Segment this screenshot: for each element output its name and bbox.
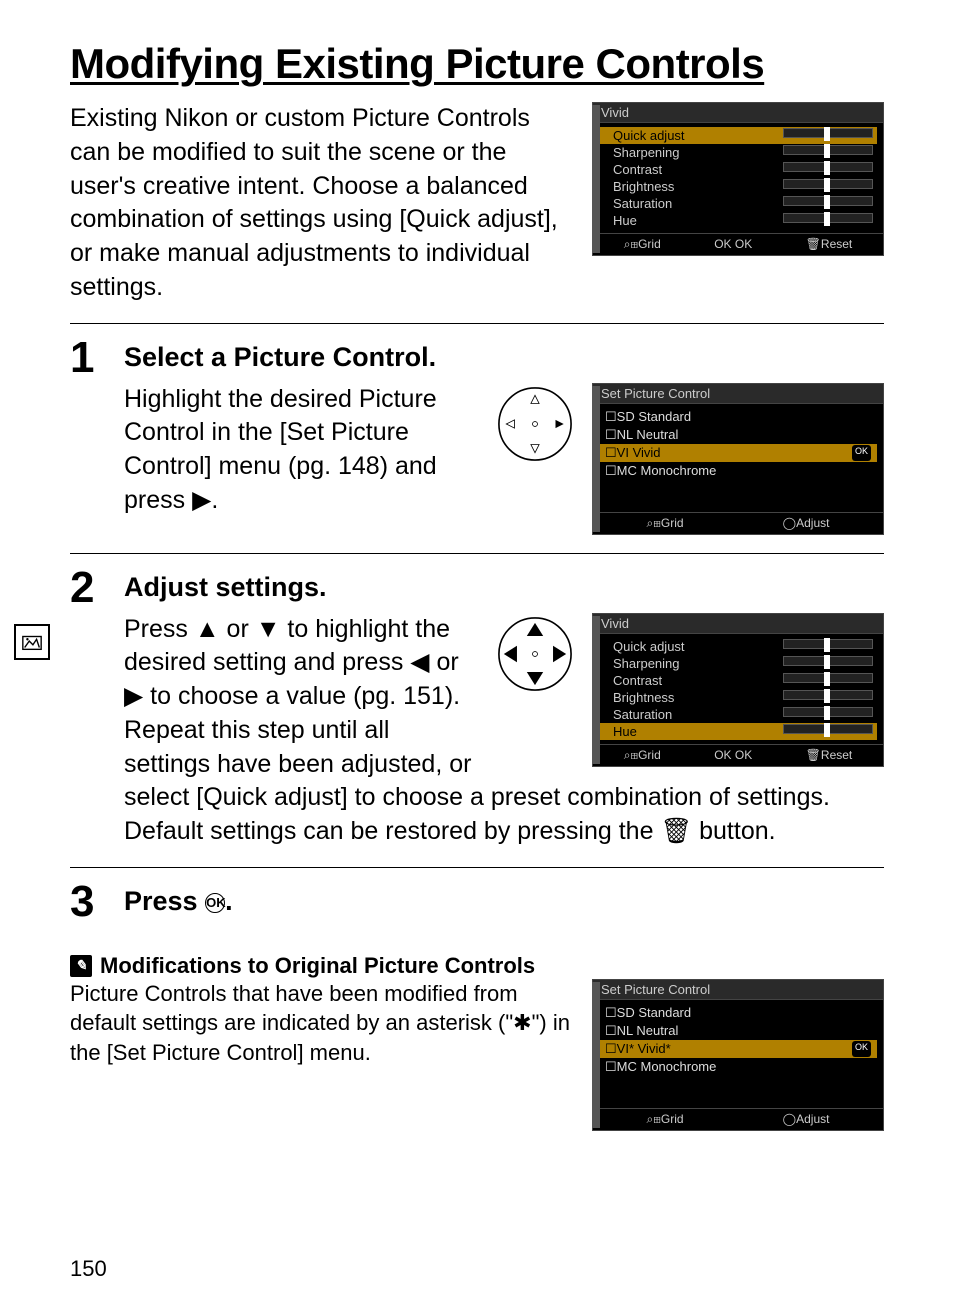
lcd-foot-adjust: ◯Adjust [783, 516, 830, 531]
step-2-body-p5: to choose a value (pg. 151). Repeat this… [124, 682, 471, 778]
note-body-prefix: Picture Controls that have been modified… [70, 981, 518, 1036]
lcd-sidebar [592, 386, 600, 532]
lcd-item-monochrome: ☐MC Monochrome [599, 462, 877, 480]
lcd-row-sharpening: Sharpening [599, 144, 877, 161]
separator [70, 553, 884, 554]
separator [70, 323, 884, 324]
lcd-foot-ok: OK OK [714, 748, 752, 763]
lcd-foot-grid: ⌕⊞Grid [647, 1112, 684, 1127]
lcd-note-footer: ⌕⊞Grid ◯Adjust [593, 1108, 883, 1130]
lcd-foot-grid: ⌕⊞Grid [624, 748, 661, 763]
intro-text: Existing Nikon or custom Picture Control… [70, 102, 572, 305]
lcd-step1: Set Picture Control ☐SD Standard ☐NL Neu… [592, 383, 884, 535]
lcd-sidebar [592, 982, 600, 1128]
lcd-item-standard: ☐SD Standard [599, 408, 877, 426]
lcd-step1-title: Set Picture Control [593, 384, 883, 404]
multi-selector-right-icon: ▶ [124, 682, 143, 710]
page-title: Modifying Existing Picture Controls [70, 40, 884, 88]
lcd-row-hue: Hue [599, 723, 877, 740]
lcd-item-vivid-star: ☐VI* Vivid*OK [599, 1040, 877, 1058]
separator [70, 867, 884, 868]
step-3-number: 3 [70, 880, 102, 924]
lcd-row-quick-adjust: Quick adjust [599, 638, 877, 655]
step-2-continuation: select [Quick adjust] to choose a preset… [70, 781, 884, 849]
lcd-note-title: Set Picture Control [593, 980, 883, 1000]
multi-selector-left-icon: ◀ [410, 648, 429, 676]
lcd-foot-adjust: ◯Adjust [783, 1112, 830, 1127]
lcd-row-brightness: Brightness [599, 689, 877, 706]
lcd-row-contrast: Contrast [599, 161, 877, 178]
lcd-foot-reset: 🗑Reset [806, 748, 853, 763]
note-icon: ✎ [70, 955, 92, 977]
dpad-outline-icon [494, 383, 576, 470]
retouch-menu-icon [14, 624, 50, 660]
lcd-row-saturation: Saturation [599, 706, 877, 723]
step-2-after-suffix: button. [692, 817, 775, 845]
lcd-intro-title: Vivid [593, 103, 883, 123]
multi-selector-down-icon: ▼ [256, 615, 281, 643]
lcd-row-contrast: Contrast [599, 672, 877, 689]
lcd-intro: Vivid Quick adjust Sharpening Contrast B… [592, 102, 884, 256]
lcd-row-quick-adjust: Quick adjust [599, 127, 877, 144]
step-1-body-prefix: Highlight the desired Picture Control in… [124, 385, 437, 514]
lcd-row-hue: Hue [599, 212, 877, 229]
lcd-item-neutral: ☐NL Neutral [599, 1022, 877, 1040]
asterisk-icon: ✱ [513, 1010, 531, 1035]
step-3-head-prefix: Press [124, 886, 205, 916]
lcd-step2-footer: ⌕⊞Grid OK OK 🗑Reset [593, 744, 883, 766]
multi-selector-up-icon: ▲ [195, 615, 220, 643]
lcd-row-sharpening: Sharpening [599, 655, 877, 672]
note-heading: Modifications to Original Picture Contro… [100, 953, 535, 979]
step-2-number: 2 [70, 566, 102, 610]
lcd-foot-reset: 🗑Reset [806, 237, 853, 252]
lcd-item-neutral: ☐NL Neutral [599, 426, 877, 444]
lcd-row-saturation: Saturation [599, 195, 877, 212]
lcd-foot-ok: OK OK [714, 237, 752, 252]
step-1-heading: Select a Picture Control. [124, 342, 884, 373]
lcd-item-monochrome: ☐MC Monochrome [599, 1058, 877, 1076]
lcd-item-standard: ☐SD Standard [599, 1004, 877, 1022]
lcd-step2: Vivid Quick adjust Sharpening Contrast B… [592, 613, 884, 767]
page-number: 150 [70, 1256, 107, 1282]
step-2-heading: Adjust settings. [124, 572, 884, 603]
lcd-foot-grid: ⌕⊞Grid [647, 516, 684, 531]
lcd-row-brightness: Brightness [599, 178, 877, 195]
lcd-step1-footer: ⌕⊞Grid ◯Adjust [593, 512, 883, 534]
step-1-body: Highlight the desired Picture Control in… [124, 383, 478, 518]
lcd-item-vivid: ☐VI VividOK [599, 444, 877, 462]
step-2-body: Press ▲ or ▼ to highlight the desired se… [124, 613, 478, 782]
lcd-sidebar [592, 105, 600, 253]
step-2-body-p2: or [220, 615, 256, 643]
ok-button-icon: OK [205, 893, 225, 913]
trash-icon: 🗑 [660, 817, 692, 845]
step-3-head-suffix: . [225, 886, 233, 916]
lcd-sidebar [592, 616, 600, 764]
note-body: Picture Controls that have been modified… [70, 979, 574, 1068]
lcd-step2-title: Vivid [593, 614, 883, 634]
step-2-body-p1: Press [124, 615, 195, 643]
lcd-intro-footer: ⌕⊞Grid OK OK 🗑Reset [593, 233, 883, 255]
dpad-filled-icon [494, 613, 576, 700]
lcd-foot-grid: ⌕⊞Grid [624, 237, 661, 252]
step-1-body-suffix: . [211, 486, 218, 514]
step-2-body-p4: or [430, 648, 459, 676]
step-3-heading: Press OK. [124, 886, 884, 917]
step-1-number: 1 [70, 336, 102, 380]
multi-selector-right-icon: ▶ [192, 486, 211, 514]
lcd-note: Set Picture Control ☐SD Standard ☐NL Neu… [592, 979, 884, 1131]
